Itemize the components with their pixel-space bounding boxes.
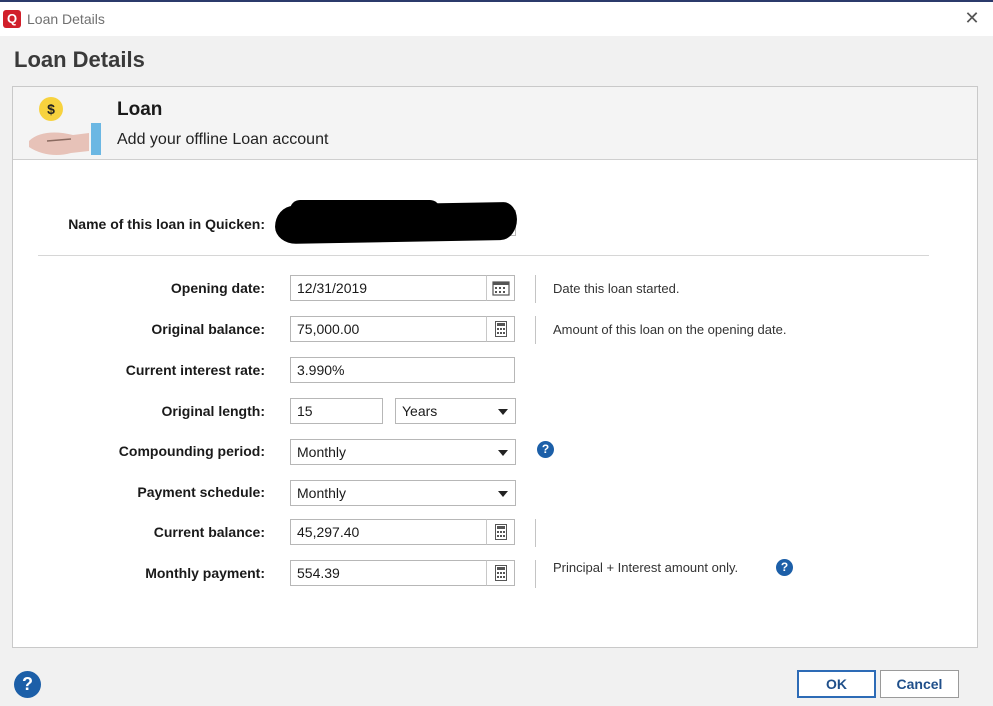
quicken-logo-icon: Q (3, 10, 21, 28)
title-bar: Q Loan Details ✕ (0, 2, 993, 36)
calculator-icon (494, 321, 507, 337)
window-title: Loan Details (27, 11, 105, 27)
monthly-payment-input[interactable]: 554.39 (290, 560, 487, 586)
help-icon[interactable]: ? (14, 671, 41, 698)
help-icon[interactable]: ? (537, 441, 554, 458)
original-balance-label: Original balance: (151, 321, 265, 337)
chevron-down-icon (498, 450, 508, 456)
ok-button[interactable]: OK (797, 670, 876, 698)
monthly-payment-label: Monthly payment: (145, 565, 265, 581)
length-unit-value: Years (402, 403, 438, 419)
calculator-button[interactable] (486, 316, 515, 342)
interest-rate-input[interactable]: 3.990% (290, 357, 515, 383)
calculator-button[interactable] (486, 560, 515, 586)
interest-rate-label: Current interest rate: (125, 362, 265, 378)
redaction-mark (290, 200, 440, 220)
calculator-icon (494, 524, 507, 540)
hint-separator (535, 275, 536, 303)
original-length-input[interactable]: 15 (290, 398, 383, 424)
cancel-button[interactable]: Cancel (880, 670, 959, 698)
calendar-button[interactable] (486, 275, 515, 301)
hand-dollar-icon: $ (29, 97, 101, 155)
compounding-period-value: Monthly (297, 444, 347, 460)
length-unit-select[interactable]: Years (395, 398, 516, 424)
hint-separator (535, 560, 536, 588)
section-divider (38, 255, 929, 256)
calendar-icon (491, 281, 510, 296)
header-subtitle: Add your offline Loan account (117, 131, 329, 148)
opening-date-label: Opening date: (170, 280, 265, 296)
dollar-sign: $ (47, 101, 55, 117)
compounding-period-select[interactable]: Monthly (290, 439, 516, 465)
close-icon[interactable]: ✕ (962, 8, 982, 28)
chevron-down-icon (498, 491, 508, 497)
original-length-label: Original length: (161, 403, 265, 419)
loan-name-label: Name of this loan in Quicken: (68, 216, 265, 232)
monthly-payment-hint: Principal + Interest amount only. (553, 560, 739, 575)
calculator-icon (494, 565, 507, 581)
current-balance-input[interactable]: 45,297.40 (290, 519, 487, 545)
help-icon[interactable]: ? (776, 559, 793, 576)
payment-schedule-value: Monthly (297, 485, 347, 501)
chevron-down-icon (498, 409, 508, 415)
opening-date-input[interactable]: 12/31/2019 (290, 275, 487, 301)
current-balance-label: Current balance: (153, 524, 265, 540)
header-title: Loan (117, 99, 163, 120)
compounding-period-label: Compounding period: (118, 443, 265, 459)
opening-date-hint: Date this loan started. (553, 281, 680, 296)
original-balance-hint: Amount of this loan on the opening date. (553, 322, 787, 337)
panel-header: $ Loan Add your offline Loan account (13, 87, 977, 160)
hint-separator (535, 316, 536, 344)
payment-schedule-label: Payment schedule: (137, 484, 265, 500)
calculator-button[interactable] (486, 519, 515, 545)
page-title: Loan Details (14, 47, 145, 72)
payment-schedule-select[interactable]: Monthly (290, 480, 516, 506)
original-balance-input[interactable]: 75,000.00 (290, 316, 487, 342)
hint-separator (535, 519, 536, 547)
